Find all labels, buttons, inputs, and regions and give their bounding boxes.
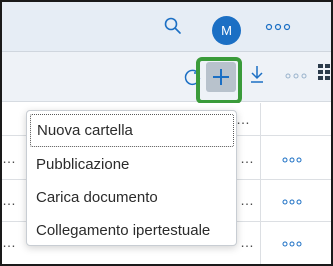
- grid-icon[interactable]: [318, 64, 332, 80]
- download-icon[interactable]: [249, 64, 265, 84]
- shell-bar: M: [2, 2, 331, 52]
- menu-item-upload-document[interactable]: Carica documento: [27, 181, 236, 214]
- cell-truncated: …: [240, 150, 254, 166]
- app-window: M … … … … … … … Nuova cartella Pubblicaz…: [0, 0, 333, 266]
- add-button-highlight: [196, 57, 242, 104]
- column-divider: [260, 103, 261, 264]
- toolbar: [2, 52, 331, 102]
- search-icon[interactable]: [163, 16, 183, 36]
- cell-truncated: …: [236, 111, 250, 127]
- cell-truncated: …: [2, 150, 16, 166]
- cell-truncated: …: [2, 192, 16, 208]
- row-actions-icon[interactable]: [282, 241, 302, 247]
- new-item-menu: Nuova cartella Pubblicazione Carica docu…: [26, 110, 237, 246]
- row-actions-icon[interactable]: [282, 199, 302, 205]
- cell-truncated: …: [240, 234, 254, 250]
- avatar[interactable]: M: [212, 16, 241, 45]
- more-actions-icon[interactable]: [285, 72, 307, 80]
- row-actions-icon[interactable]: [282, 157, 302, 163]
- menu-item-publication[interactable]: Pubblicazione: [27, 148, 236, 181]
- cell-truncated: …: [2, 234, 16, 250]
- cell-truncated: …: [240, 192, 254, 208]
- menu-item-hyperlink[interactable]: Collegamento ipertestuale: [27, 214, 236, 247]
- overflow-dots-icon[interactable]: [265, 20, 291, 34]
- menu-item-new-folder[interactable]: Nuova cartella: [30, 114, 234, 147]
